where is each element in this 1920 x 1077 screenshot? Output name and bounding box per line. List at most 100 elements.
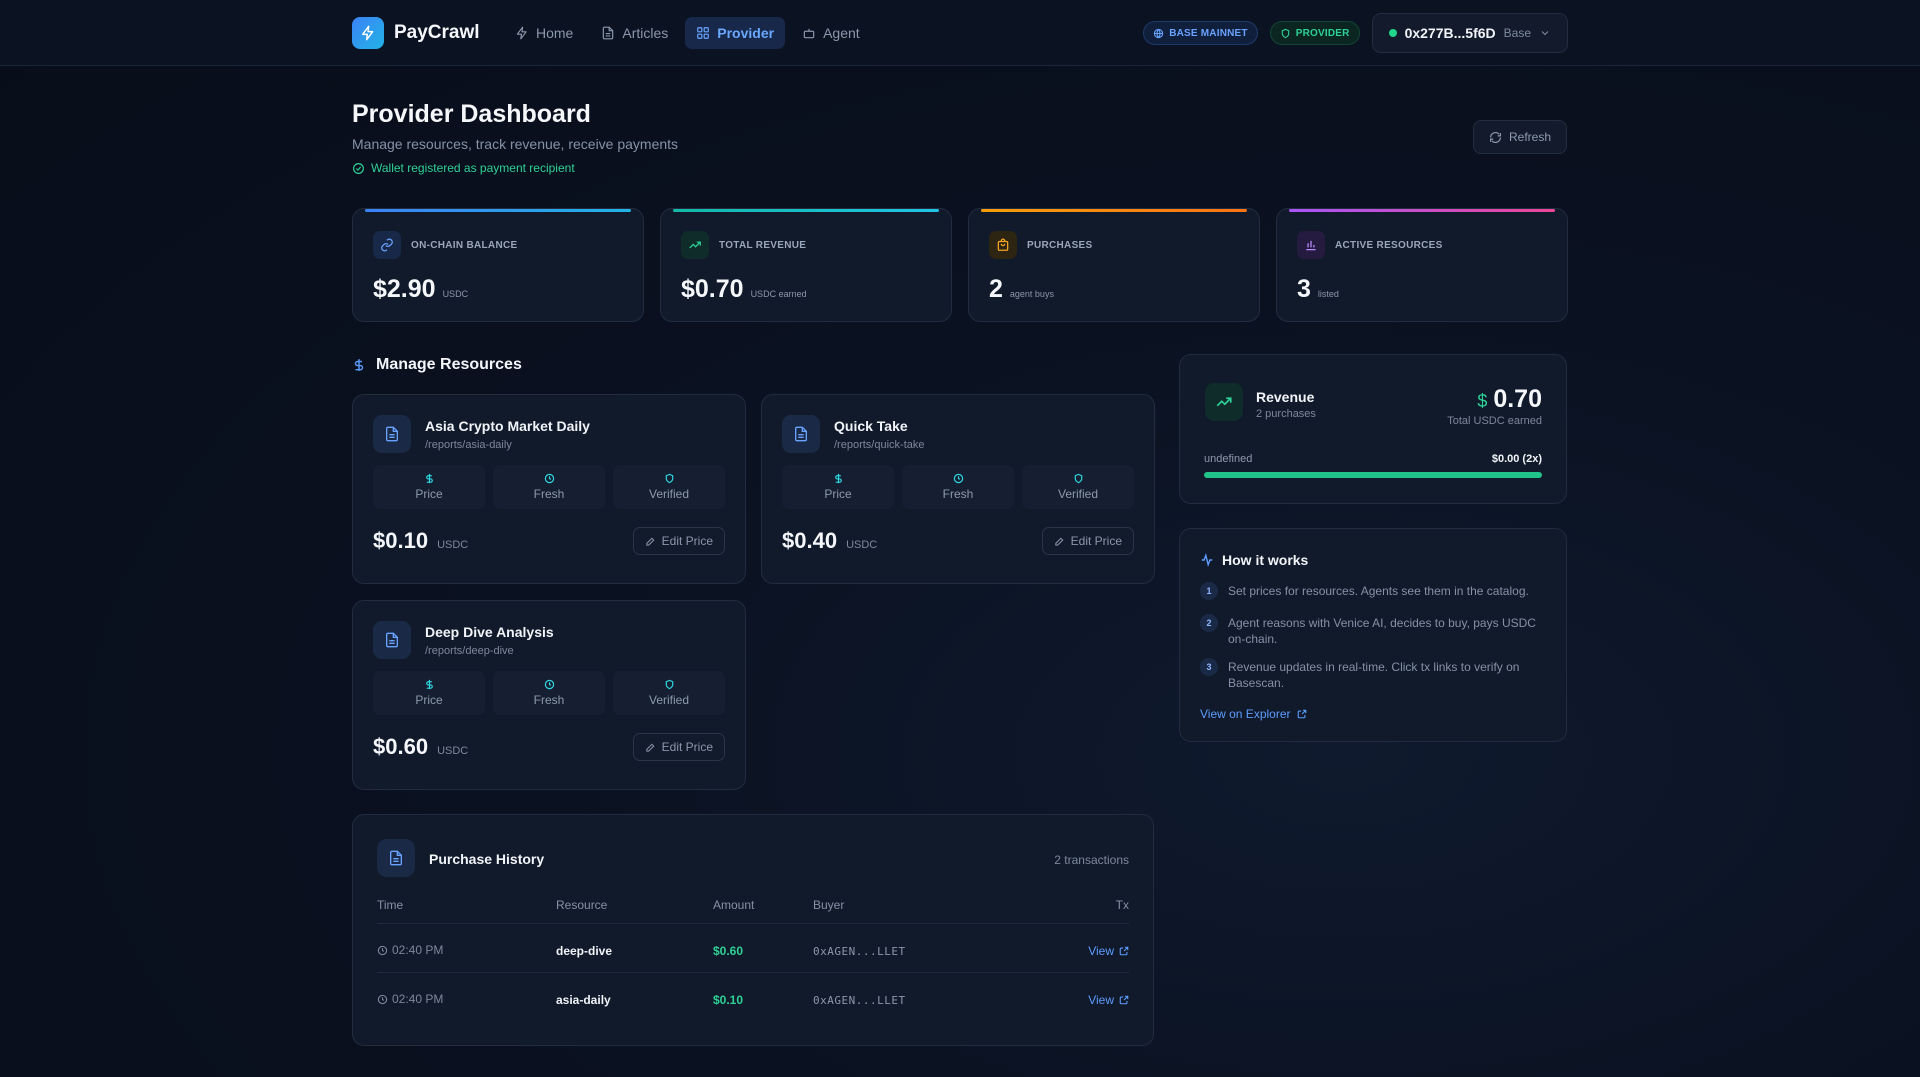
edit-price-label: Edit Price <box>661 740 713 754</box>
row-time-text: 02:40 PM <box>392 992 444 1006</box>
tx-view-link[interactable]: View <box>1088 944 1129 958</box>
row-time: 02:40 PM <box>377 992 443 1006</box>
stat-purchases: PURCHASES 2 agent buys <box>968 208 1260 322</box>
resource-price: $0.10 <box>373 528 429 553</box>
document-icon <box>603 26 614 40</box>
feature-price: Price <box>782 465 894 509</box>
view-on-explorer-link[interactable]: View on Explorer <box>1200 707 1307 721</box>
brand-logo[interactable]: PayCrawl <box>352 17 480 49</box>
stat-value: $2.90 <box>373 275 436 303</box>
stat-unit: USDC <box>442 289 469 299</box>
step-text: Revenue updates in real-time. Click tx l… <box>1228 660 1520 690</box>
pencil-icon <box>1054 537 1064 546</box>
external-link-icon <box>1297 709 1306 719</box>
feature-label: Verified <box>648 693 690 707</box>
row-buyer: 0xAGEN...LLET <box>813 994 906 1007</box>
wallet-network: Base <box>1503 26 1531 40</box>
currency-symbol: $ <box>1477 391 1488 411</box>
refresh-label: Refresh <box>1508 130 1552 144</box>
pencil-icon <box>645 537 655 546</box>
edit-price-button[interactable]: Edit Price <box>632 733 725 761</box>
stat-label: ACTIVE RESOURCES <box>1335 239 1443 251</box>
globe-icon <box>1154 28 1164 38</box>
external-link-icon <box>1119 995 1129 1005</box>
step-text: Set prices for resources. Agents see the… <box>1228 584 1529 598</box>
network-badge-label: BASE MAINNET <box>1169 27 1248 39</box>
feature-label: Fresh <box>533 487 565 501</box>
shield-icon <box>665 679 673 690</box>
resource-currency: USDC <box>437 745 469 757</box>
resource-price: $0.60 <box>373 734 429 759</box>
registration-status: Wallet registered as payment recipient <box>352 161 575 175</box>
nav-articles[interactable]: Articles <box>590 17 679 49</box>
nav-provider-label: Provider <box>717 25 775 41</box>
nav-home[interactable]: Home <box>504 17 584 49</box>
edit-price-button[interactable]: Edit Price <box>1041 527 1134 555</box>
how-it-works-heading: How it works <box>1200 552 1308 568</box>
feature-label: Verified <box>1057 487 1099 501</box>
lightning-icon <box>352 17 384 49</box>
external-link-icon <box>1119 946 1129 956</box>
revenue-progress <box>1204 472 1542 478</box>
feature-price: Price <box>373 671 485 715</box>
tx-view-label: View <box>1088 944 1114 958</box>
stat-accent <box>1289 209 1555 212</box>
revenue-progress-fill <box>1204 472 1542 478</box>
stat-active-resources: ACTIVE RESOURCES 3 listed <box>1276 208 1568 322</box>
shield-icon <box>665 473 673 484</box>
nav-agent-label: Agent <box>823 25 860 41</box>
shield-icon <box>1074 473 1082 484</box>
nav-provider[interactable]: Provider <box>685 17 786 49</box>
nav-agent[interactable]: Agent <box>791 17 871 49</box>
connected-dot <box>1388 29 1397 37</box>
step-text: Agent reasons with Venice AI, decides to… <box>1228 616 1536 646</box>
resource-path: /reports/asia-daily <box>425 439 512 451</box>
row-time-text: 02:40 PM <box>392 943 444 957</box>
stat-label: PURCHASES <box>1027 239 1093 251</box>
resource-name: Deep Dive Analysis <box>425 624 554 640</box>
chevron-down-icon <box>1541 31 1549 36</box>
feature-label: Fresh <box>533 693 565 707</box>
nav-links: Home Articles Provider Agent <box>504 17 871 49</box>
shopping-bag-icon <box>989 231 1017 259</box>
row-time: 02:40 PM <box>377 943 443 957</box>
feature-fresh: Fresh <box>902 465 1014 509</box>
nav-home-label: Home <box>536 25 574 41</box>
row-resource: asia-daily <box>556 993 611 1007</box>
stat-unit: USDC earned <box>750 289 807 299</box>
page-title: Provider Dashboard <box>352 100 591 128</box>
tx-view-link[interactable]: View <box>1088 993 1129 1007</box>
resource-name: Quick Take <box>834 418 908 434</box>
stat-accent <box>981 209 1247 212</box>
edit-price-button[interactable]: Edit Price <box>632 527 725 555</box>
manage-resources-title: Manage Resources <box>376 356 522 373</box>
clock-icon <box>377 994 388 1004</box>
stat-label: TOTAL REVENUE <box>719 239 807 251</box>
stat-value: 3 <box>1297 275 1311 303</box>
refresh-button[interactable]: Refresh <box>1473 120 1567 154</box>
manage-resources-heading: Manage Resources <box>352 356 522 374</box>
column-header: Amount <box>713 898 755 912</box>
resource-price: $0.40 <box>782 528 838 553</box>
how-it-works-title: How it works <box>1222 552 1309 568</box>
revenue-row-label: undefined <box>1204 453 1253 465</box>
purchase-history-title: Purchase History <box>429 851 545 867</box>
role-badge: PROVIDER <box>1269 21 1360 45</box>
feature-verified: Verified <box>613 465 725 509</box>
shield-icon <box>1281 28 1289 38</box>
column-header: Tx <box>1115 898 1129 912</box>
divider <box>377 972 1129 973</box>
clock-icon <box>544 679 554 690</box>
grid-icon <box>697 27 710 39</box>
transaction-count: 2 transactions <box>1054 853 1129 867</box>
document-icon <box>373 415 411 453</box>
dollar-icon <box>425 473 433 484</box>
wallet-address: 0x277B...5f6D <box>1404 25 1496 41</box>
wallet-button[interactable]: 0x277B...5f6D Base <box>1371 13 1568 53</box>
stat-label: ON-CHAIN BALANCE <box>411 239 518 251</box>
resource-path: /reports/quick-take <box>834 439 925 451</box>
feature-fresh: Fresh <box>493 671 605 715</box>
trending-up-icon <box>681 231 709 259</box>
row-resource: deep-dive <box>556 944 613 958</box>
link-icon <box>373 231 401 259</box>
